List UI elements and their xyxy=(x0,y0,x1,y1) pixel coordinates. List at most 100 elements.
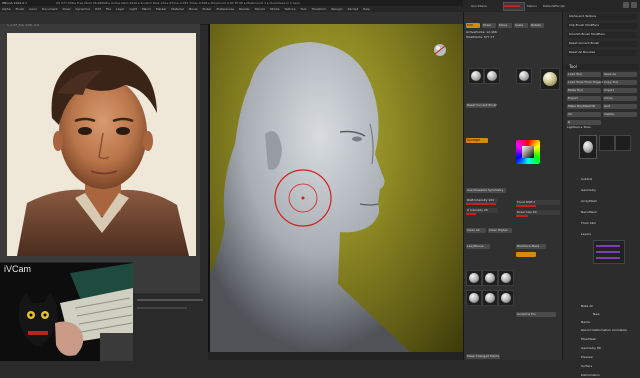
tool-button[interactable]: All xyxy=(567,112,601,117)
tool-button[interactable]: Paste Tool xyxy=(567,88,601,93)
menus-button[interactable]: Menus xyxy=(527,3,537,9)
brush-menu-item[interactable]: Clip Brush Modifiers xyxy=(567,23,637,29)
mask-changed-points-button[interactable]: Mask Changed Points xyxy=(466,354,500,359)
tool-submenu-item[interactable]: Geometry HD xyxy=(581,346,601,351)
tool-button[interactable]: Load Tools From Project xyxy=(567,80,603,85)
reset-current-brush-button[interactable]: Reset Current Brush xyxy=(466,103,497,108)
brush-menu-item[interactable]: Alpha and Texture xyxy=(567,14,637,20)
layer-name-field[interactable]: Name xyxy=(581,320,590,325)
tab-rotate[interactable]: Rotate xyxy=(530,23,544,28)
tool-submenu-item[interactable]: NanoMesh xyxy=(581,210,597,215)
tab-draw[interactable]: Draw xyxy=(482,23,496,28)
menu-item[interactable]: Render xyxy=(239,7,250,11)
simple-brush-thumbnail[interactable] xyxy=(599,135,615,151)
tool-button[interactable]: Save As xyxy=(603,72,637,77)
tool-submenu-item[interactable]: Thick Skin xyxy=(581,221,596,226)
new-layer-button[interactable]: New xyxy=(593,312,600,317)
tool-button[interactable]: Clone xyxy=(603,96,637,101)
color-square[interactable] xyxy=(522,146,534,158)
lazymouse-button[interactable]: LazyMouse xyxy=(466,244,490,249)
clear-all-button[interactable]: Clear All xyxy=(466,228,486,233)
brush-icon[interactable] xyxy=(482,270,498,286)
menu-item[interactable]: Transform xyxy=(311,7,326,11)
use-poseable-symmetry-button[interactable]: Use Poseable Symmetry xyxy=(466,188,506,193)
tab-edit[interactable]: Edit xyxy=(466,23,480,28)
record-deformation-button[interactable]: Record Deformation Animation xyxy=(581,328,639,333)
tool-submenu-item[interactable]: Subtool xyxy=(581,177,592,182)
lightbox-tools[interactable]: Lightbox ▸ Tools xyxy=(567,125,591,130)
see-through-slider[interactable] xyxy=(503,2,525,11)
tool-submenu-item[interactable]: Preview xyxy=(581,355,593,360)
menu-item[interactable]: Alpha xyxy=(2,7,11,11)
tool-submenu-item[interactable]: Geometry xyxy=(581,188,596,193)
default-zscript-button[interactable]: DefaultZScript xyxy=(543,3,565,9)
tool-submenu-item[interactable]: Deformation xyxy=(581,373,600,378)
quicksave-button[interactable]: QuickSave xyxy=(471,3,487,9)
tool-button[interactable]: Visible xyxy=(603,112,637,117)
bake-all-button[interactable]: Bake All xyxy=(581,304,593,309)
tool-header[interactable]: Tool xyxy=(565,64,639,70)
menu-item[interactable]: Edit xyxy=(95,7,101,11)
menu-item[interactable]: Zplugin xyxy=(331,7,342,11)
tool-button[interactable]: Make PolyMesh3D xyxy=(567,104,601,109)
tab-scale[interactable]: Scale xyxy=(514,23,528,28)
menu-item[interactable]: Light xyxy=(129,7,137,11)
menu-item[interactable]: Document xyxy=(42,7,58,11)
color-picker[interactable] xyxy=(516,140,540,164)
brush-icon[interactable] xyxy=(466,270,482,286)
alpha-sphere-icon xyxy=(519,71,529,81)
stroke-thumbnail[interactable] xyxy=(484,68,500,84)
tool-submenu-item[interactable]: ArrayMesh xyxy=(581,199,597,204)
menu-item[interactable]: Draw xyxy=(63,7,71,11)
current-tool-thumbnail[interactable] xyxy=(579,135,597,159)
menu-item[interactable]: Preferences xyxy=(216,7,234,11)
active-toggle-button[interactable] xyxy=(516,252,536,257)
alpha-thumbnail[interactable] xyxy=(516,68,532,84)
minimize-icon[interactable] xyxy=(623,2,629,8)
tool-submenu-item[interactable]: Surface xyxy=(581,364,592,369)
tool-button[interactable]: GoZ xyxy=(603,104,637,109)
reference-portrait[interactable] xyxy=(7,33,196,256)
brush-thumbnail[interactable] xyxy=(468,68,484,84)
brush-menu-item[interactable]: Reset All Brushes xyxy=(567,50,637,56)
brush-icon[interactable] xyxy=(498,290,514,306)
menu-item[interactable]: Picker xyxy=(203,7,212,11)
sculptris-pro-button[interactable]: Sculptris Pro xyxy=(516,312,556,317)
tool-button[interactable]: Import xyxy=(603,88,637,93)
menu-item[interactable]: Zscript xyxy=(348,7,358,11)
material-thumbnail[interactable] xyxy=(540,68,560,90)
cylinder-thumbnail[interactable] xyxy=(615,135,631,151)
brush-icon[interactable] xyxy=(466,290,482,306)
menu-item[interactable]: Dynamics xyxy=(75,7,90,11)
tool-button[interactable]: Copy Tool xyxy=(603,80,637,85)
menu-item[interactable]: Texture xyxy=(285,7,296,11)
menu-item[interactable]: Stencil xyxy=(255,7,265,11)
tool-submenu-item[interactable]: FiberMesh xyxy=(581,337,596,342)
spotlight-button[interactable]: Spotlight xyxy=(466,138,488,143)
menu-item[interactable]: Help xyxy=(363,7,370,11)
tool-button[interactable]: Load Tool xyxy=(567,72,601,77)
orientation-gizmo-icon[interactable] xyxy=(432,42,448,58)
menu-item[interactable]: Color xyxy=(29,7,37,11)
viewport-canvas[interactable] xyxy=(208,24,465,352)
menu-item[interactable]: Material xyxy=(171,7,183,11)
brush-icon[interactable] xyxy=(482,290,498,306)
clear-higher-button[interactable]: Clear Higher xyxy=(488,228,512,233)
menu-item[interactable]: File xyxy=(106,7,111,11)
menu-item[interactable]: Marker xyxy=(156,7,166,11)
tool-button[interactable]: Export xyxy=(567,96,601,101)
brush-menu-item[interactable]: Reset Current Brush xyxy=(567,41,637,47)
tab-move[interactable]: Move xyxy=(498,23,512,28)
tool-submenu-item[interactable]: Layers xyxy=(581,232,591,237)
menu-item[interactable]: Brush xyxy=(16,7,25,11)
brush-icon[interactable] xyxy=(498,270,514,286)
layers-list[interactable] xyxy=(593,240,625,264)
menu-item[interactable]: Tool xyxy=(300,7,306,11)
menu-item[interactable]: Movie xyxy=(189,7,198,11)
menu-item[interactable]: Macro xyxy=(142,7,151,11)
backface-mask-button[interactable]: Backface Mask xyxy=(516,244,546,249)
brush-menu-item[interactable]: Smooth Brush Modifiers xyxy=(567,32,637,38)
menu-item[interactable]: Layer xyxy=(116,7,124,11)
close-icon[interactable] xyxy=(631,2,637,8)
menu-item[interactable]: Stroke xyxy=(270,7,280,11)
